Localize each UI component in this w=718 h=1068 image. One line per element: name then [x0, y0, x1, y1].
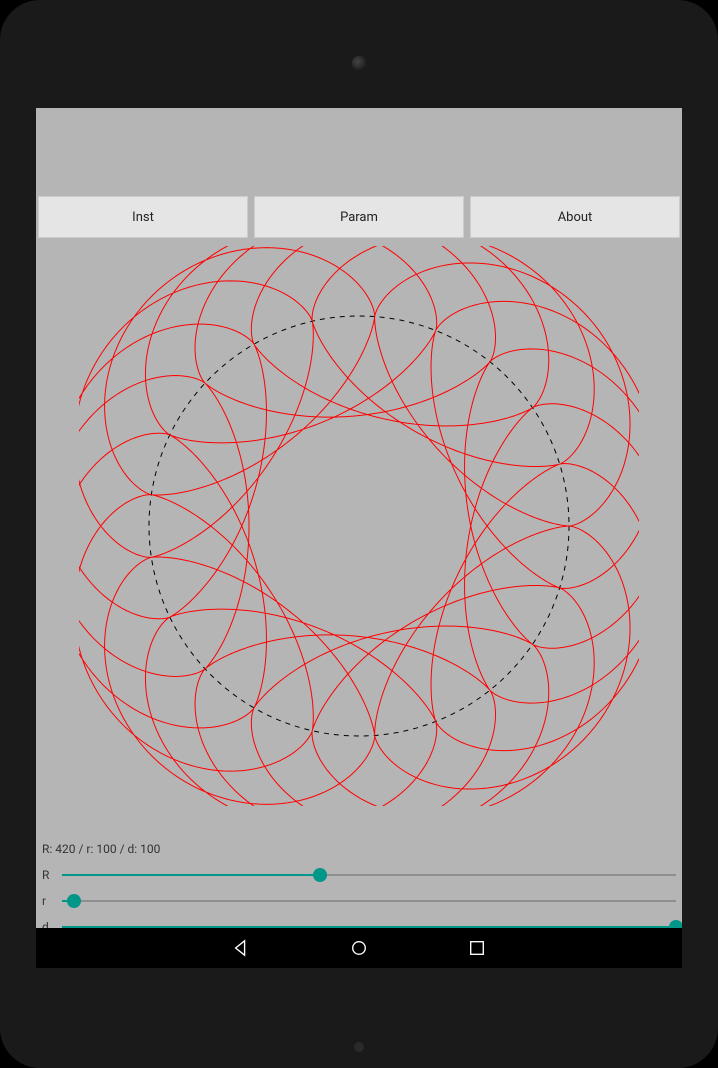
nav-recent-icon[interactable] — [468, 939, 486, 957]
slider-label-R: R — [42, 868, 56, 882]
tab-bar: Inst Param About — [36, 196, 682, 238]
front-camera — [352, 56, 366, 70]
android-navbar — [36, 928, 682, 968]
drawing-canvas — [36, 238, 682, 838]
nav-home-icon[interactable] — [350, 939, 368, 957]
slider-row-R: R — [42, 862, 676, 888]
slider-R[interactable] — [62, 865, 676, 885]
slider-row-r: r — [42, 888, 676, 914]
home-indicator — [354, 1042, 364, 1052]
param-readout: R: 420 / r: 100 / d: 100 — [42, 842, 676, 856]
tab-inst[interactable]: Inst — [38, 196, 248, 238]
tablet-frame: Inst Param About R: 420 / r: 100 / d: 10… — [0, 0, 718, 1068]
spirograph-svg — [79, 246, 639, 806]
nav-back-icon[interactable] — [232, 939, 250, 957]
top-spacer — [36, 108, 682, 196]
slider-label-r: r — [42, 894, 56, 908]
slider-r[interactable] — [62, 891, 676, 911]
tab-about[interactable]: About — [470, 196, 680, 238]
app-screen: Inst Param About R: 420 / r: 100 / d: 10… — [36, 108, 682, 968]
tab-param[interactable]: Param — [254, 196, 464, 238]
